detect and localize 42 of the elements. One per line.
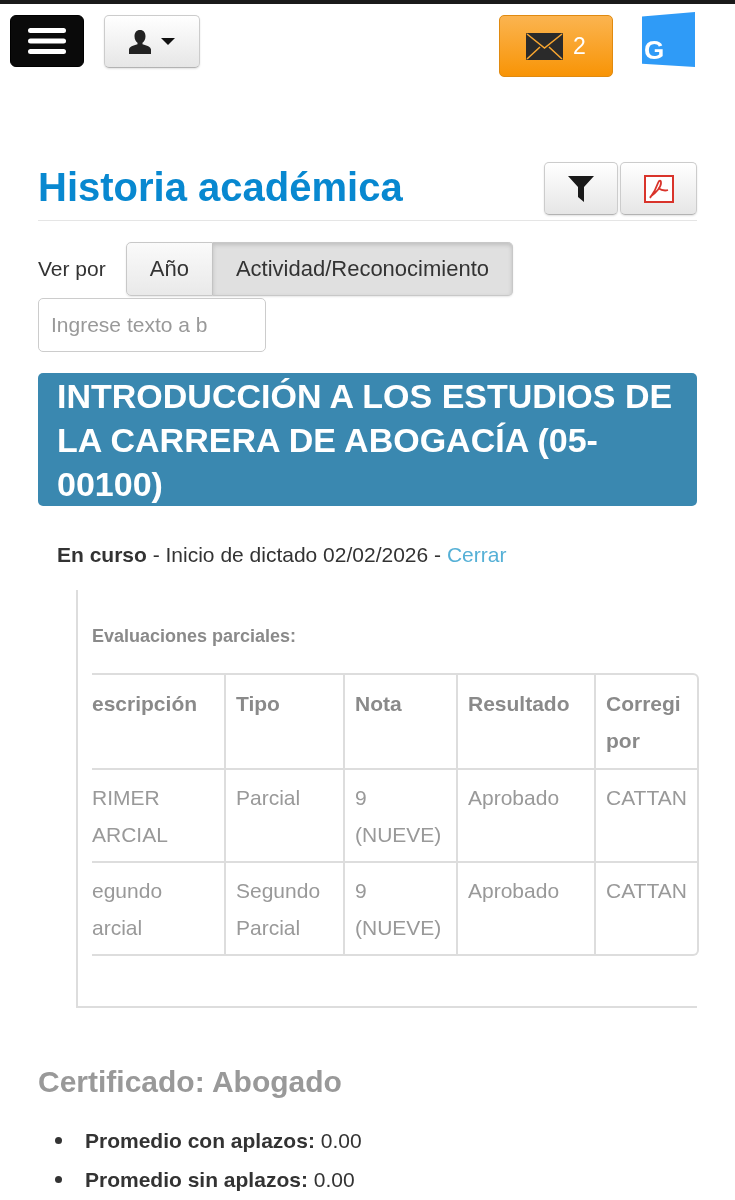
messages-button[interactable]: 2 bbox=[499, 15, 613, 77]
search-field[interactable]: Ingrese texto a b bbox=[38, 298, 266, 352]
table-cell: 9 (NUEVE) bbox=[343, 861, 456, 954]
user-icon bbox=[129, 29, 151, 54]
course-title: INTRODUCCIÓN A LOS ESTUDIOS DE LA CARRERA DE ABOGACÍA (05-00100) bbox=[38, 373, 697, 506]
course-status: En curso - Inicio de dictado 02/02/2026 - Cerrar bbox=[57, 542, 508, 568]
logo[interactable]: G bbox=[642, 12, 695, 67]
unread-count: 2 bbox=[573, 33, 586, 59]
column-header: escripción bbox=[92, 691, 199, 717]
table-cell: egundo arcial bbox=[92, 861, 224, 954]
column-header: Corregi por bbox=[594, 675, 697, 768]
user-menu-button[interactable] bbox=[104, 15, 200, 68]
evaluations-heading: Evaluaciones parciales: bbox=[92, 625, 298, 648]
average-item: Promedio con aplazos: 0.00 bbox=[85, 1128, 362, 1153]
caret-icon bbox=[161, 38, 175, 45]
table-cell: Aprobado bbox=[456, 861, 594, 954]
filter-button[interactable] bbox=[544, 162, 618, 215]
menu-button[interactable] bbox=[10, 15, 84, 67]
column-header: Nota bbox=[343, 675, 456, 768]
table-cell: Parcial bbox=[224, 768, 343, 861]
table-cell: 9 (NUEVE) bbox=[343, 768, 456, 861]
table-cell: Aprobado bbox=[456, 768, 594, 861]
page-title: Historia académica bbox=[38, 164, 403, 211]
table-cell: CATTAN bbox=[594, 768, 697, 861]
view-tab[interactable]: Año bbox=[125, 242, 213, 296]
column-header: Resultado bbox=[456, 675, 594, 768]
view-tab[interactable]: Actividad/Reconocimiento bbox=[212, 242, 513, 296]
average-item: Promedio sin aplazos: 0.00 bbox=[85, 1167, 355, 1192]
table-cell: RIMER ARCIAL bbox=[92, 768, 224, 861]
menu-icon bbox=[28, 28, 66, 54]
table-cell: CATTAN bbox=[594, 861, 697, 954]
close-link[interactable]: Cerrar bbox=[446, 543, 507, 566]
envelope-icon bbox=[526, 32, 564, 60]
column-header: Tipo bbox=[224, 675, 343, 768]
view-by-label: Ver por bbox=[38, 257, 106, 281]
bullet-icon bbox=[55, 1137, 62, 1144]
bullet-icon bbox=[55, 1176, 62, 1183]
pdf-icon bbox=[643, 174, 674, 203]
certificate-title: Certificado: Abogado bbox=[38, 1064, 343, 1100]
table-cell: Segundo Parcial bbox=[224, 861, 343, 954]
filter-icon bbox=[568, 175, 594, 202]
pdf-button[interactable] bbox=[620, 162, 697, 215]
